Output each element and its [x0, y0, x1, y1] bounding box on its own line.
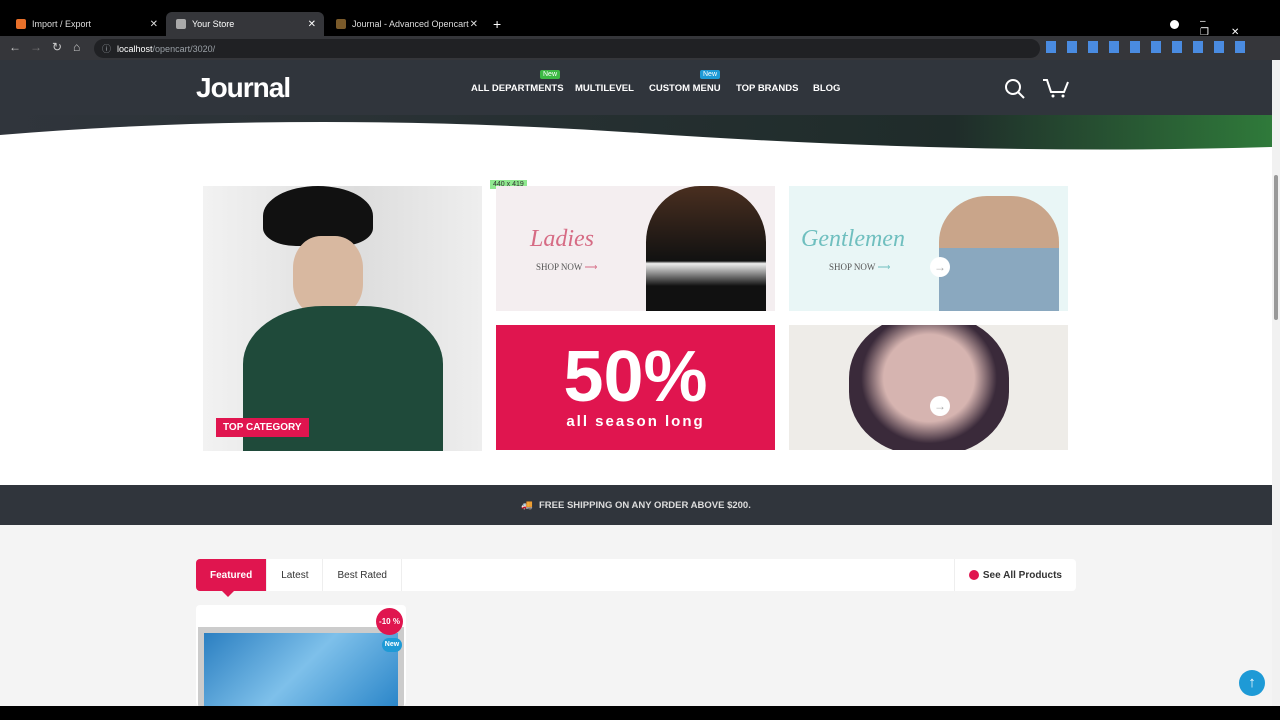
product-image[interactable] — [198, 627, 404, 706]
shipping-bar: 🚚 FREE SHIPPING ON ANY ORDER ABOVE $200. — [0, 485, 1272, 525]
ladies-title: Ladies — [530, 226, 595, 252]
header-wave — [0, 115, 1272, 163]
cart-icon — [176, 19, 186, 29]
man-image — [939, 196, 1059, 311]
close-icon[interactable]: ✕ — [470, 19, 478, 30]
top-category-label: TOP CATEGORY — [216, 418, 309, 437]
nav-custom-menu[interactable]: CUSTOM MENU — [649, 83, 721, 94]
xampp-icon — [16, 19, 26, 29]
new-tab-button[interactable]: + — [493, 16, 501, 32]
product-card[interactable]: -10 % New — [196, 605, 406, 706]
cart-icon[interactable] — [1042, 77, 1070, 99]
ladies-banner[interactable]: Ladies SHOP NOW ⟶ — [496, 186, 775, 311]
tab-best-rated[interactable]: Best Rated — [323, 559, 402, 591]
extension-icons[interactable] — [1046, 41, 1246, 53]
sale-subtitle: all season long — [566, 413, 705, 430]
shipping-text: FREE SHIPPING ON ANY ORDER ABOVE $200. — [538, 499, 751, 511]
shop-now-link: SHOP NOW ⟶ — [536, 262, 598, 272]
tab-latest[interactable]: Latest — [267, 559, 324, 591]
top-category-banner[interactable]: TOP CATEGORY — [203, 186, 482, 451]
forward-icon[interactable]: → — [30, 40, 42, 54]
truck-icon: 🚚 — [521, 499, 533, 511]
arrow-circle-icon — [968, 570, 979, 580]
address-bar[interactable]: ⓘ localhost/opencart/3020/ — [94, 39, 1040, 58]
site-header — [0, 60, 1272, 116]
tab-title: Your Store — [192, 19, 235, 29]
tab-title: Journal - Advanced Opencart The — [352, 19, 470, 29]
nav-blog[interactable]: BLOG — [813, 83, 840, 94]
home-icon[interactable]: ⌂ — [73, 40, 80, 54]
new-badge: New — [540, 70, 561, 79]
search-icon[interactable] — [1004, 78, 1026, 100]
browser-tab[interactable]: Import / Export ✕ — [6, 12, 166, 36]
logo[interactable]: Journal — [196, 72, 291, 104]
screen-bottom-bar — [0, 706, 1280, 720]
tab-title: Import / Export — [32, 19, 92, 29]
url-path: /opencart/3020/ — [152, 43, 216, 54]
browser-tab-bar: Import / Export ✕ Your Store ✕ Journal - A… — [0, 0, 1280, 38]
new-badge: New — [700, 70, 721, 79]
nav-all-departments[interactable]: ALL DEPARTMENTS — [471, 83, 564, 94]
discount-badge: -10 % — [376, 608, 403, 635]
url-host: localhost — [117, 43, 153, 54]
new-badge: New — [382, 638, 402, 652]
gentlemen-title: Gentlemen — [801, 226, 905, 252]
product-tabs: Featured Latest Best Rated See All Produ… — [196, 559, 1076, 597]
tab-featured[interactable]: Featured — [196, 559, 268, 597]
face-image — [293, 236, 363, 316]
browser-tab[interactable]: Journal - Advanced Opencart The✕ — [326, 12, 486, 36]
nav-multilevel[interactable]: MULTILEVEL — [575, 83, 634, 94]
scrollbar[interactable] — [1272, 60, 1280, 706]
see-all-products-link[interactable]: See All Products — [955, 559, 1076, 591]
model-face-image — [849, 325, 1009, 450]
back-icon[interactable]: ← — [9, 40, 21, 54]
sale-banner[interactable]: 50% all season long — [496, 325, 775, 450]
reload-icon[interactable]: ↻ — [52, 40, 62, 54]
woman-image — [646, 186, 766, 311]
journal-icon — [336, 19, 346, 29]
shop-now-link: SHOP NOW ⟶ — [829, 262, 891, 272]
arrow-right-icon[interactable]: → — [930, 396, 950, 416]
sale-percent: 50% — [563, 337, 708, 417]
gentlemen-banner[interactable]: Gentlemen SHOP NOW ⟶ → — [789, 186, 1068, 311]
close-icon[interactable]: ✕ — [308, 19, 316, 30]
close-icon[interactable]: ✕ — [150, 19, 158, 30]
profile-icon[interactable] — [1170, 20, 1179, 29]
nav-top-brands[interactable]: TOP BRANDS — [736, 83, 798, 94]
arrow-right-icon[interactable]: → — [930, 257, 950, 277]
scroll-top-button[interactable]: ↑ — [1239, 670, 1265, 696]
makeup-banner[interactable]: → — [789, 325, 1068, 450]
browser-tab[interactable]: Your Store ✕ — [166, 12, 324, 36]
window-controls[interactable]: –❐✕ — [1200, 16, 1280, 38]
info-icon: ⓘ — [102, 44, 112, 54]
